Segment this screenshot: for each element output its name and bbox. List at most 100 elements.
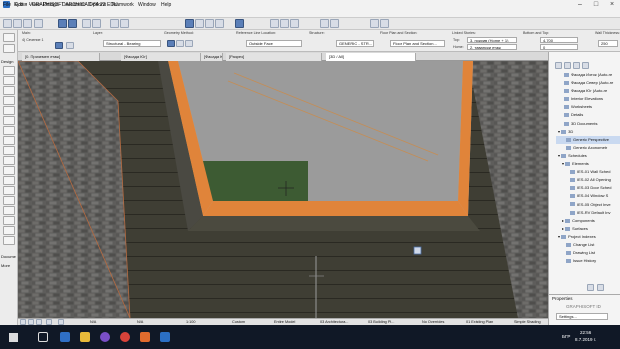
top-offset-field[interactable]: 4.700: [540, 37, 578, 43]
floorplan-select[interactable]: Floor Plan and Section...: [390, 40, 445, 47]
mesh-icon[interactable]: [3, 216, 15, 225]
tab-3d-all[interactable]: [3D / All]: [326, 53, 416, 61]
redo-icon[interactable]: [92, 19, 101, 28]
nav-item-details[interactable]: Details: [556, 111, 620, 119]
shell-icon[interactable]: [3, 156, 15, 165]
maximize-icon[interactable]: □: [588, 0, 604, 9]
archicad-taskbar-icon[interactable]: [160, 332, 170, 342]
file-explorer-icon[interactable]: [80, 332, 90, 342]
wall-tool-icon[interactable]: [55, 42, 63, 49]
lamp-icon[interactable]: [3, 226, 15, 235]
curtain-wall-icon[interactable]: [3, 176, 15, 185]
arrow-tool-icon[interactable]: [3, 33, 15, 42]
clock-date[interactable]: 8.7.2019 г.: [575, 337, 596, 342]
nav-item-wall-schedule[interactable]: IES-01 Wall Sched: [556, 168, 620, 176]
menu-help[interactable]: Help: [161, 2, 171, 8]
gravity-icon[interactable]: [185, 19, 194, 28]
nav-item-worksheets[interactable]: Worksheets: [556, 103, 620, 111]
menu-edit[interactable]: Edit: [15, 2, 24, 8]
menu-design[interactable]: Design: [43, 2, 59, 8]
layer-select[interactable]: Structural - Bearing: [103, 40, 161, 47]
morph-icon[interactable]: [3, 186, 15, 195]
undo-icon[interactable]: [82, 19, 91, 28]
nav-item-elements[interactable]: ▾ Elements: [556, 160, 620, 168]
nav-item-all-openings[interactable]: IES-02 All Opening: [556, 176, 620, 184]
3d-view-icon[interactable]: [270, 19, 279, 28]
menu-teamwork[interactable]: Teamwork: [111, 2, 134, 8]
delete-view-icon[interactable]: [597, 284, 604, 291]
tab-facade-south-1[interactable]: [Фасада Юг]: [121, 53, 201, 61]
nav-item-3d[interactable]: ▾ 3D: [556, 128, 620, 136]
tab-facade-south-2[interactable]: [Фасада Юг]: [201, 53, 223, 61]
zone-icon[interactable]: [3, 206, 15, 215]
top-story-select[interactable]: 3. покрив (Home + 1): [467, 37, 517, 43]
3d-viewport[interactable]: [18, 61, 548, 318]
guide-icon[interactable]: [205, 19, 214, 28]
tab-section[interactable]: [Разрез]: [226, 53, 322, 61]
wall-icon[interactable]: [3, 66, 15, 75]
nav-item-facade-north[interactable]: Фасада Север (Auto-re: [556, 79, 620, 87]
measure-icon[interactable]: [330, 19, 339, 28]
more-section-label[interactable]: More: [1, 263, 10, 268]
stair-icon[interactable]: [3, 126, 15, 135]
nav-item-surfaces[interactable]: ▸ Surfaces: [556, 225, 620, 233]
nav-item-default-inventory[interactable]: IES-RV Default Inv: [556, 209, 620, 217]
nav-item-facade-south[interactable]: Фасада Юг (Auto-re: [556, 87, 620, 95]
zoom-out-icon[interactable]: [120, 19, 129, 28]
menu-document[interactable]: Document: [62, 2, 85, 8]
structure-select[interactable]: GENERIC - STR...: [336, 40, 374, 47]
column-icon[interactable]: [3, 96, 15, 105]
language-indicator[interactable]: БГР: [562, 334, 570, 339]
slab-icon[interactable]: [3, 116, 15, 125]
home-story-select[interactable]: 2. тавански етаж: [467, 44, 517, 50]
publisher-icon[interactable]: [582, 62, 589, 69]
project-map-icon[interactable]: [555, 62, 562, 69]
nav-item-components[interactable]: ▸ Components: [556, 217, 620, 225]
new-view-icon[interactable]: [587, 284, 594, 291]
view-map-icon[interactable]: [564, 62, 571, 69]
clock-time[interactable]: 22:56: [580, 330, 591, 335]
close-icon[interactable]: ×: [604, 0, 620, 9]
snap-icon[interactable]: [195, 19, 204, 28]
settings-button[interactable]: Settings...: [556, 313, 608, 320]
nav-item-change-list[interactable]: Change List: [556, 241, 620, 249]
menu-options[interactable]: Options: [89, 2, 106, 8]
railing-icon[interactable]: [3, 136, 15, 145]
nav-item-generic-perspective[interactable]: Generic Perspective: [556, 135, 620, 144]
skylight-icon[interactable]: [3, 166, 15, 175]
print-icon[interactable]: [34, 19, 43, 28]
refline-select[interactable]: Outside Face: [246, 40, 302, 47]
window-icon[interactable]: [3, 86, 15, 95]
edge-icon[interactable]: [60, 332, 70, 342]
nav-item-window-schedule[interactable]: IES-04 Window S: [556, 192, 620, 200]
tab-ground-floor[interactable]: [0. Приземен етаж]: [22, 53, 100, 61]
geometry-straight-icon[interactable]: [167, 40, 175, 47]
trace-icon[interactable]: [215, 19, 224, 28]
new-file-icon[interactable]: [3, 19, 12, 28]
marquee-icon[interactable]: [68, 19, 77, 28]
nav-item-drawing-list[interactable]: Drawing List: [556, 249, 620, 257]
teamwork-icon[interactable]: [370, 19, 379, 28]
windows-start-icon[interactable]: [9, 333, 18, 342]
task-view-icon[interactable]: [38, 332, 48, 342]
pointer-tool-icon[interactable]: [58, 19, 67, 28]
open-file-icon[interactable]: [13, 19, 22, 28]
section-icon[interactable]: [290, 19, 299, 28]
minimize-icon[interactable]: –: [572, 0, 588, 9]
save-icon[interactable]: [23, 19, 32, 28]
geometry-trapezoid-icon[interactable]: [185, 40, 193, 47]
render-icon[interactable]: [320, 19, 329, 28]
menu-window[interactable]: Window: [138, 2, 156, 8]
wall-thickness-field[interactable]: 250: [598, 40, 618, 47]
mep-icon[interactable]: [3, 236, 15, 245]
nav-item-schedules[interactable]: ▾ Schedules: [556, 152, 620, 160]
nav-item-object-inventory[interactable]: IES-05 Object Inve: [556, 201, 620, 209]
nav-item-issue-history[interactable]: Issue History: [556, 257, 620, 265]
nav-item-door-schedule[interactable]: IES-03 Door Sched: [556, 184, 620, 192]
layout-book-icon[interactable]: [573, 62, 580, 69]
nav-item-interior-elevations[interactable]: Interior Elevations: [556, 95, 620, 103]
floor-plan-icon[interactable]: [280, 19, 289, 28]
bottom-offset-field[interactable]: 0: [540, 44, 578, 50]
bim-icon[interactable]: [380, 19, 389, 28]
layer-combo-icon[interactable]: [235, 19, 244, 28]
